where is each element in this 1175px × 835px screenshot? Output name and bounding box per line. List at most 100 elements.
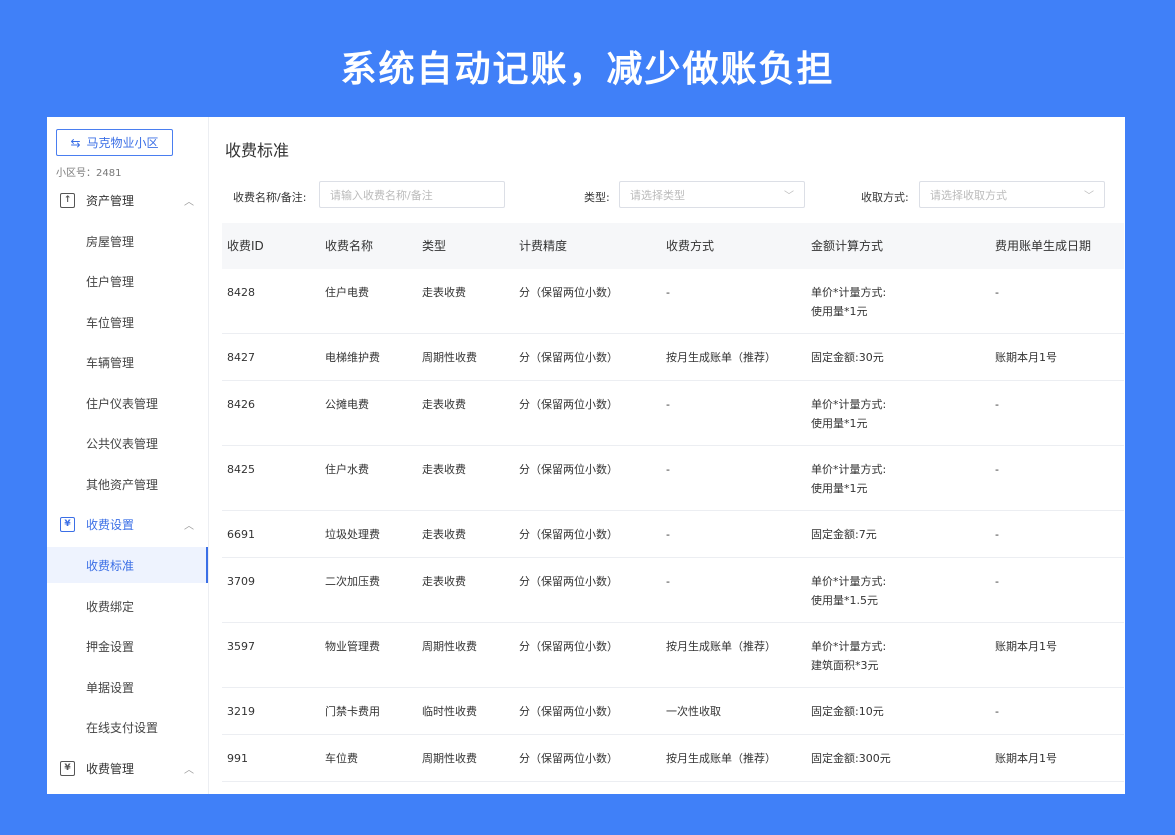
community-name: 马克物业小区 bbox=[86, 136, 159, 150]
table-cell: 周期性收费 bbox=[422, 351, 477, 364]
amount-calc-line: 单价*计量方式: bbox=[811, 398, 887, 411]
sidebar-item-resident-meter[interactable]: 住户仪表管理 bbox=[47, 385, 208, 421]
table-row[interactable]: 8425 住户水费 走表收费 分（保留两位小数） - 单价*计量方式: 使用量*1元 - bbox=[222, 446, 1124, 511]
table-cell: 8425 bbox=[227, 463, 255, 476]
fee-standard-table: 收费ID 收费名称 类型 计费精度 收费方式 金额计算方式 费用账单生成日期 8… bbox=[222, 223, 1124, 782]
table-cell: 走表收费 bbox=[422, 528, 466, 541]
chevron-down-icon: ﹀ bbox=[784, 191, 794, 202]
table-cell: 3597 bbox=[227, 640, 255, 653]
table-row[interactable]: 6691 垃圾处理费 走表收费 分（保留两位小数） - 固定金额:7元 - bbox=[222, 511, 1124, 558]
table-cell: 分（保留两位小数） bbox=[519, 351, 618, 364]
table-cell: 分（保留两位小数） bbox=[519, 528, 618, 541]
sidebar-item-parking[interactable]: 车位管理 bbox=[47, 304, 208, 340]
table-cell: 单价*计量方式: 使用量*1元 bbox=[806, 460, 990, 510]
table-row[interactable]: 3709 二次加压费 走表收费 分（保留两位小数） - 单价*计量方式: 使用量*1.5元 - bbox=[222, 558, 1124, 623]
table-cell: 分（保留两位小数） bbox=[519, 398, 618, 411]
table-row[interactable]: 991 车位费 周期性收费 分（保留两位小数） 按月生成账单（推荐） 固定金额:300元 账… bbox=[222, 735, 1124, 782]
filter-name-placeholder: 请输入收费名称/备注 bbox=[330, 188, 433, 202]
sidebar-item-resident[interactable]: 住户管理 bbox=[47, 263, 208, 299]
table-cell: 分（保留两位小数） bbox=[519, 575, 618, 588]
asset-icon: ↑ bbox=[60, 192, 75, 208]
table-row[interactable]: 8426 公摊电费 走表收费 分（保留两位小数） - 单价*计量方式: 使用量*1元 - bbox=[222, 381, 1124, 446]
amount-calc-line: 使用量*1.5元 bbox=[811, 594, 878, 607]
table-cell: - bbox=[666, 286, 670, 299]
community-switch-button[interactable]: ⇆ 马克物业小区 bbox=[56, 129, 173, 156]
table-row[interactable]: 3597 物业管理费 周期性收费 分（保留两位小数） 按月生成账单（推荐） 单价*计量方式… bbox=[222, 623, 1124, 688]
page-title: 收费标准 bbox=[225, 141, 290, 160]
menu-group-label: 收费管理 bbox=[86, 761, 135, 776]
table-cell: 走表收费 bbox=[422, 398, 466, 411]
filter-method-select[interactable]: 请选择收取方式 ﹀ bbox=[919, 181, 1105, 208]
table-cell: - bbox=[995, 575, 999, 588]
table-row[interactable]: 3219 门禁卡费用 临时性收费 分（保留两位小数） 一次性收取 固定金额:10元 - bbox=[222, 688, 1124, 735]
app-window: ⇆ 马克物业小区 小区号：2481 ↑ 资产管理 ︿ 房屋管理 住户管理 车位管… bbox=[47, 117, 1125, 794]
amount-calc-line: 固定金额:10元 bbox=[811, 705, 884, 718]
menu-group-fee-settings[interactable]: ¥ 收费设置 ︿ bbox=[47, 509, 208, 539]
table-cell: 分（保留两位小数） bbox=[519, 286, 618, 299]
table-cell: - bbox=[666, 398, 670, 411]
table-cell: 账期本月1号 bbox=[995, 752, 1057, 765]
amount-calc-line: 使用量*1元 bbox=[811, 482, 868, 495]
sidebar-item-other-asset[interactable]: 其他资产管理 bbox=[47, 466, 208, 502]
table-cell: 分（保留两位小数） bbox=[519, 463, 618, 476]
table-cell: 垃圾处理费 bbox=[325, 528, 380, 541]
table-cell: 固定金额:7元 bbox=[806, 525, 990, 557]
table-header: 收费ID 收费名称 类型 计费精度 收费方式 金额计算方式 费用账单生成日期 bbox=[222, 223, 1124, 269]
table-cell: 991 bbox=[227, 752, 248, 765]
table-cell: 按月生成账单（推荐） bbox=[666, 640, 776, 653]
amount-calc-line: 固定金额:30元 bbox=[811, 351, 884, 364]
table-cell: 物业管理费 bbox=[325, 640, 380, 653]
table-cell: - bbox=[666, 575, 670, 588]
menu-group-asset[interactable]: ↑ 资产管理 ︿ bbox=[47, 185, 208, 215]
table-cell: 单价*计量方式: 使用量*1元 bbox=[806, 395, 990, 445]
sidebar-item-fee-binding[interactable]: 收费绑定 bbox=[47, 588, 208, 624]
amount-calc-line: 固定金额:7元 bbox=[811, 528, 877, 541]
sidebar-item-receipt[interactable]: 单据设置 bbox=[47, 669, 208, 705]
table-cell: 3219 bbox=[227, 705, 255, 718]
table-cell: - bbox=[995, 528, 999, 541]
table-cell: 走表收费 bbox=[422, 575, 466, 588]
table-row[interactable]: 8427 电梯维护费 周期性收费 分（保留两位小数） 按月生成账单（推荐） 固定金额:30… bbox=[222, 334, 1124, 381]
table-cell: 固定金额:10元 bbox=[806, 702, 990, 734]
table-cell: 单价*计量方式: 建筑面积*3元 bbox=[806, 637, 990, 687]
table-cell: 分（保留两位小数） bbox=[519, 640, 618, 653]
table-cell: - bbox=[995, 398, 999, 411]
table-cell: 二次加压费 bbox=[325, 575, 380, 588]
menu-group-fee-management[interactable]: ¥ 收费管理 ︿ bbox=[47, 753, 208, 783]
table-cell: 8427 bbox=[227, 351, 255, 364]
table-cell: 分（保留两位小数） bbox=[519, 705, 618, 718]
filter-method-label: 收取方式: bbox=[861, 191, 909, 204]
sidebar-item-online-payment[interactable]: 在线支付设置 bbox=[47, 709, 208, 745]
table-cell: 走表收费 bbox=[422, 463, 466, 476]
table-cell: - bbox=[666, 528, 670, 541]
table-cell: - bbox=[995, 705, 999, 718]
table-cell: 住户水费 bbox=[325, 463, 369, 476]
table-cell: 临时性收费 bbox=[422, 705, 477, 718]
amount-calc-line: 单价*计量方式: bbox=[811, 575, 887, 588]
sidebar-item-fee-standard[interactable]: 收费标准 bbox=[47, 547, 208, 583]
filter-type-placeholder: 请选择类型 bbox=[630, 188, 685, 202]
table-cell: 6691 bbox=[227, 528, 255, 541]
menu-group-label: 收费设置 bbox=[86, 517, 135, 532]
sidebar-item-house[interactable]: 房屋管理 bbox=[47, 223, 208, 259]
table-row[interactable]: 8428 住户电费 走表收费 分（保留两位小数） - 单价*计量方式: 使用量*1元 - bbox=[222, 269, 1124, 334]
chevron-up-icon: ︿ bbox=[184, 520, 194, 532]
switch-icon: ⇆ bbox=[70, 135, 81, 150]
filter-type-select[interactable]: 请选择类型 ﹀ bbox=[619, 181, 805, 208]
table-cell: 账期本月1号 bbox=[995, 351, 1057, 364]
sidebar-item-public-meter[interactable]: 公共仪表管理 bbox=[47, 425, 208, 461]
table-cell: 3709 bbox=[227, 575, 255, 588]
sidebar-item-deposit[interactable]: 押金设置 bbox=[47, 628, 208, 664]
amount-calc-line: 单价*计量方式: bbox=[811, 463, 887, 476]
column-header: 收费ID bbox=[227, 238, 264, 253]
amount-calc-line: 固定金额:300元 bbox=[811, 752, 891, 765]
table-cell: 公摊电费 bbox=[325, 398, 369, 411]
sidebar-item-vehicle[interactable]: 车辆管理 bbox=[47, 344, 208, 380]
filter-name-input[interactable]: 请输入收费名称/备注 bbox=[319, 181, 505, 208]
fee-settings-icon: ¥ bbox=[60, 516, 75, 532]
amount-calc-line: 使用量*1元 bbox=[811, 305, 868, 318]
table-cell: 门禁卡费用 bbox=[325, 705, 380, 718]
filter-name-label: 收费名称/备注: bbox=[233, 191, 307, 204]
banner-title: 系统自动记账，减少做账负担 bbox=[340, 49, 835, 90]
table-cell: - bbox=[666, 463, 670, 476]
